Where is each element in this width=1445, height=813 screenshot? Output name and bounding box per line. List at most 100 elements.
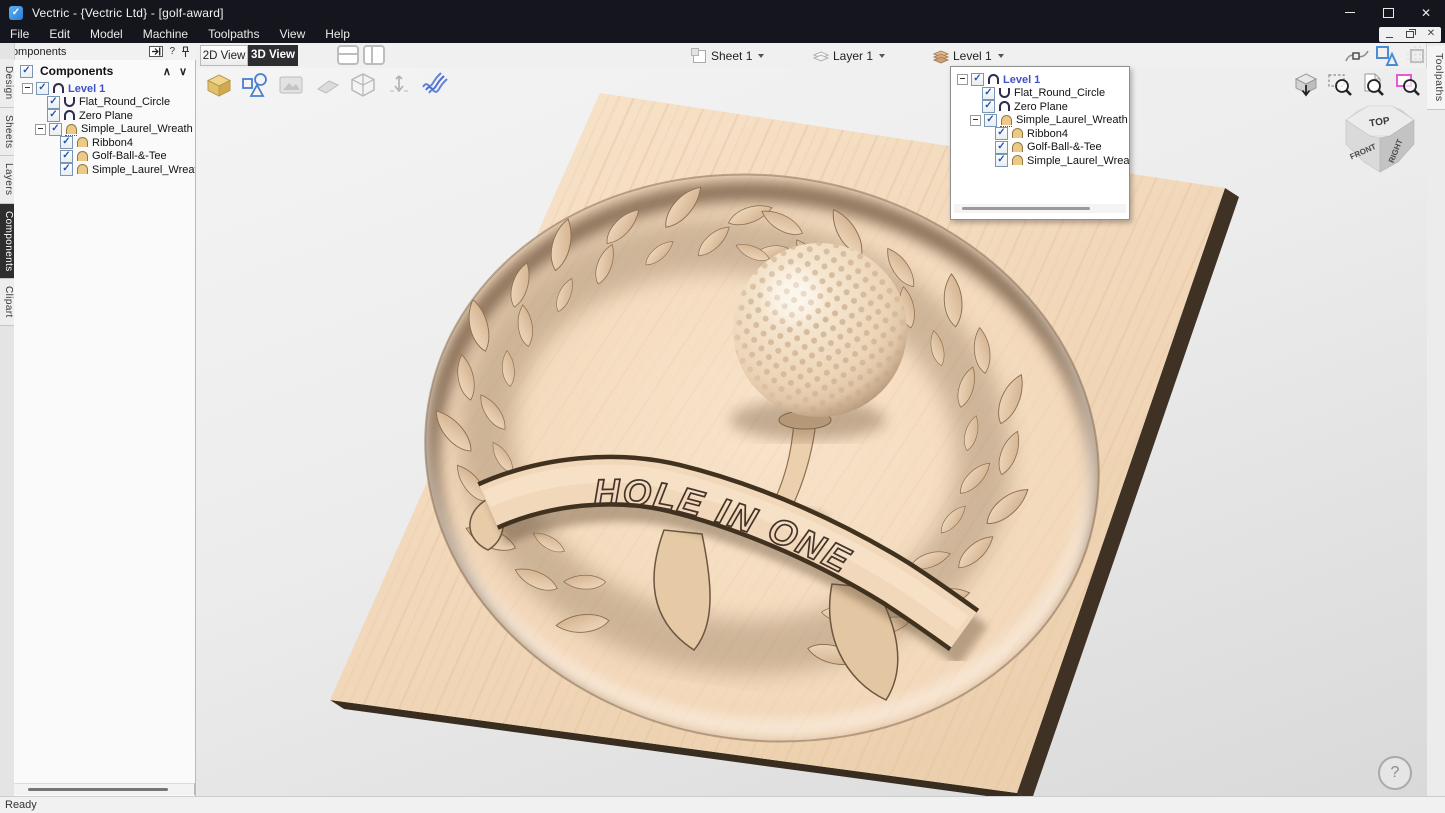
tree-row[interactable]: ✓ Simple_Laurel_Wreath - Gro bbox=[951, 114, 1129, 128]
components-master-checkbox[interactable]: ✓ bbox=[20, 65, 33, 78]
3d-viewport-canvas[interactable]: HOLE IN ONE bbox=[196, 68, 1427, 796]
tree-visibility-checkbox[interactable]: ✓ bbox=[995, 141, 1008, 154]
zoom-drawing-icon[interactable] bbox=[1360, 72, 1387, 98]
floating-components-panel[interactable]: ✓Level 1✓Flat_Round_Circle✓Zero Plane✓Si… bbox=[950, 66, 1130, 220]
tree-label: Ribbon4 bbox=[92, 137, 133, 149]
zoom-box-icon[interactable] bbox=[1326, 72, 1353, 98]
tree-row[interactable]: ✓ Ribbon4 bbox=[951, 127, 1129, 141]
sheet-dropdown[interactable]: Sheet 1 bbox=[690, 45, 764, 66]
tree-visibility-checkbox[interactable]: ✓ bbox=[60, 163, 73, 176]
panel-horizontal-scrollbar[interactable] bbox=[14, 783, 195, 795]
level-icon bbox=[932, 47, 949, 64]
close-button[interactable]: ✕ bbox=[1407, 0, 1445, 25]
tree-visibility-checkbox[interactable]: ✓ bbox=[982, 100, 995, 113]
image-icon[interactable] bbox=[276, 71, 305, 98]
tree-expand-toggle[interactable] bbox=[970, 115, 981, 126]
zoom-selection-icon[interactable] bbox=[1394, 72, 1421, 98]
tree-row[interactable]: ✓ Golf-Ball-&-Tee bbox=[951, 141, 1129, 155]
material-block-icon[interactable] bbox=[204, 71, 233, 98]
tree-visibility-checkbox[interactable]: ✓ bbox=[36, 82, 49, 95]
level-dropdown[interactable]: Level 1 bbox=[932, 45, 1004, 66]
u-shape-component-icon bbox=[998, 88, 1011, 99]
zoom-extents-cube-icon[interactable] bbox=[1292, 72, 1319, 98]
wireframe-cube-icon[interactable] bbox=[348, 71, 377, 98]
side-tab-sheets[interactable]: Sheets bbox=[0, 108, 14, 157]
side-tab-design[interactable]: Design bbox=[0, 59, 14, 108]
menu-file[interactable]: File bbox=[0, 25, 39, 43]
doc-close-button[interactable]: ✕ bbox=[1425, 28, 1437, 40]
side-tab-layers[interactable]: Layers bbox=[0, 156, 14, 203]
scrollbar-thumb[interactable] bbox=[962, 207, 1090, 210]
texture-lines-icon[interactable] bbox=[420, 71, 449, 98]
scrollbar-thumb[interactable] bbox=[28, 788, 168, 791]
floating-panel-scrollbar[interactable] bbox=[954, 204, 1126, 213]
tree-row[interactable]: ✓Level 1 bbox=[14, 82, 195, 96]
flat-plane-icon[interactable] bbox=[312, 71, 341, 98]
side-tab-clipart[interactable]: Clipart bbox=[0, 279, 14, 326]
doc-minimize-button[interactable] bbox=[1383, 28, 1395, 40]
tab-3d-view[interactable]: 3D View bbox=[248, 45, 298, 66]
vector-shapes-icon[interactable] bbox=[240, 71, 269, 98]
side-tab-components[interactable]: Components bbox=[0, 204, 14, 280]
menu-model[interactable]: Model bbox=[80, 25, 133, 43]
dock-panel-icon[interactable] bbox=[149, 46, 163, 57]
tree-visibility-checkbox[interactable]: ✓ bbox=[995, 154, 1008, 167]
help-button[interactable]: ? bbox=[1378, 756, 1412, 790]
tree-row[interactable]: ✓ Flat_Round_Circle bbox=[951, 87, 1129, 101]
side-tab-toolpaths[interactable]: Toolpaths bbox=[1427, 46, 1445, 110]
minimize-button[interactable] bbox=[1331, 0, 1369, 25]
tree-label: Simple_Laurel_Wreath - Gro bbox=[1016, 114, 1129, 126]
chevron-down-icon bbox=[998, 54, 1004, 58]
tree-expand-toggle[interactable] bbox=[22, 83, 33, 94]
help-icon[interactable]: ? bbox=[169, 46, 175, 57]
menu-toolpaths[interactable]: Toolpaths bbox=[198, 25, 269, 43]
split-vertical-icon[interactable] bbox=[363, 45, 385, 65]
tree-visibility-checkbox[interactable]: ✓ bbox=[984, 114, 997, 127]
arch-gold-component-icon bbox=[1011, 155, 1024, 166]
menu-help[interactable]: Help bbox=[315, 25, 360, 43]
doc-restore-button[interactable] bbox=[1404, 28, 1416, 40]
tree-row[interactable]: ✓Zero Plane bbox=[14, 109, 195, 123]
tree-row[interactable]: ✓Zero Plane bbox=[951, 100, 1129, 114]
move-up-icon[interactable]: ∧ bbox=[163, 65, 171, 78]
tree-visibility-checkbox[interactable]: ✓ bbox=[60, 150, 73, 163]
menu-edit[interactable]: Edit bbox=[39, 25, 80, 43]
set-origin-icon[interactable] bbox=[384, 71, 413, 98]
tree-label: Ribbon4 bbox=[1027, 128, 1068, 140]
tree-visibility-checkbox[interactable]: ✓ bbox=[47, 109, 60, 122]
tree-row[interactable]: ✓Simple_Laurel_Wreath bbox=[14, 163, 195, 177]
menu-machine[interactable]: Machine bbox=[133, 25, 198, 43]
tree-label: Simple_Laurel_Wreath - Gro bbox=[81, 123, 195, 135]
tree-visibility-checkbox[interactable]: ✓ bbox=[995, 127, 1008, 140]
document-window-controls: ✕ bbox=[1379, 27, 1441, 42]
tree-visibility-checkbox[interactable]: ✓ bbox=[60, 136, 73, 149]
pin-icon[interactable] bbox=[181, 46, 190, 58]
tree-label: Flat_Round_Circle bbox=[1014, 87, 1105, 99]
split-horizontal-icon[interactable] bbox=[337, 45, 359, 65]
layer-dropdown[interactable]: Layer 1 bbox=[812, 45, 885, 66]
tree-row[interactable]: ✓Simple_Laurel_Wreath bbox=[951, 154, 1129, 168]
tree-label: Golf-Ball-&-Tee bbox=[1027, 141, 1102, 153]
view-cube[interactable]: TOP FRONT RIGHT bbox=[1338, 100, 1422, 180]
shape-snap-icon[interactable] bbox=[1375, 44, 1399, 67]
tree-row[interactable]: ✓ Simple_Laurel_Wreath - Gro bbox=[14, 123, 195, 137]
tree-row[interactable]: ✓Golf-Ball-&-Tee bbox=[14, 150, 195, 164]
arch-outline-component-icon bbox=[998, 101, 1011, 112]
tab-2d-view[interactable]: 2D View bbox=[200, 45, 248, 66]
tree-expand-toggle[interactable] bbox=[35, 124, 46, 135]
menu-view[interactable]: View bbox=[269, 25, 315, 43]
tree-row[interactable]: ✓Flat_Round_Circle bbox=[14, 96, 195, 110]
tree-visibility-checkbox[interactable]: ✓ bbox=[971, 73, 984, 86]
move-down-icon[interactable]: ∨ bbox=[179, 65, 187, 78]
arch-gold-component-icon bbox=[76, 137, 89, 148]
tree-expand-toggle[interactable] bbox=[957, 74, 968, 85]
maximize-button[interactable] bbox=[1369, 0, 1407, 25]
tree-visibility-checkbox[interactable]: ✓ bbox=[47, 96, 60, 109]
tree-row[interactable]: ✓ Ribbon4 bbox=[14, 136, 195, 150]
bezier-node-icon[interactable] bbox=[1345, 44, 1369, 67]
chevron-down-icon bbox=[758, 54, 764, 58]
tree-visibility-checkbox[interactable]: ✓ bbox=[982, 87, 995, 100]
tree-visibility-checkbox[interactable]: ✓ bbox=[49, 123, 62, 136]
tree-row[interactable]: ✓Level 1 bbox=[951, 73, 1129, 87]
arch-gold-component-icon bbox=[1011, 128, 1024, 139]
